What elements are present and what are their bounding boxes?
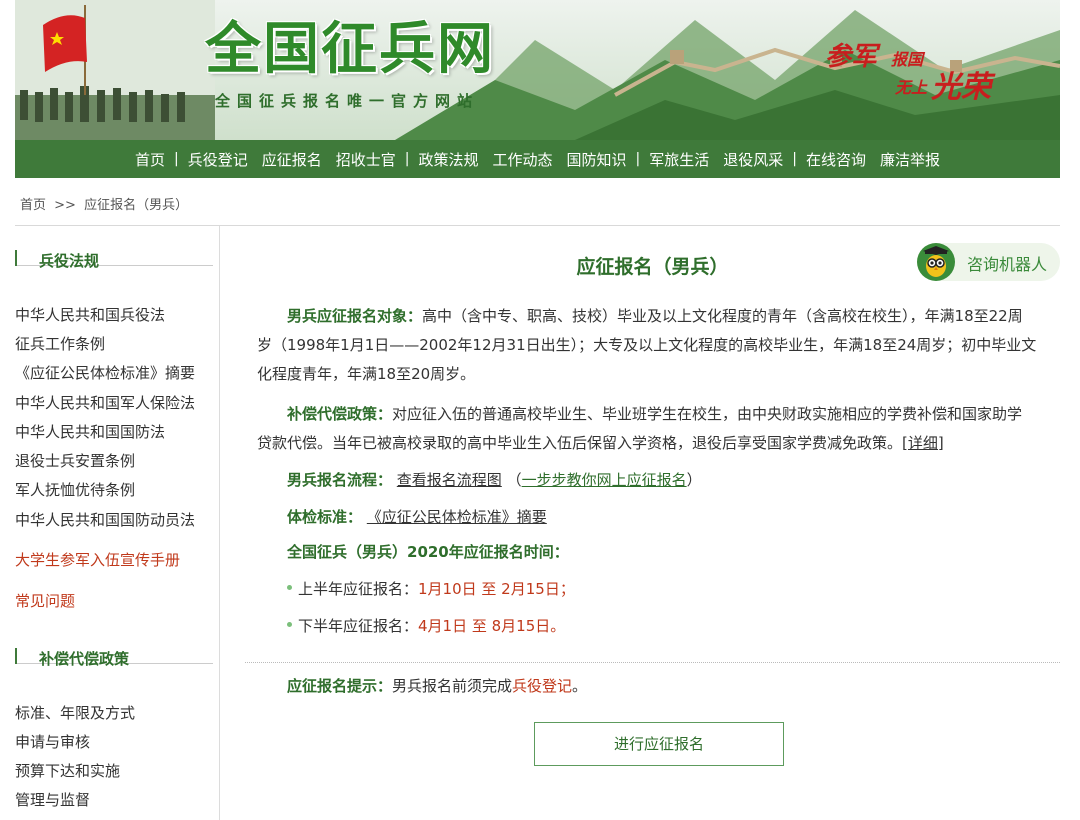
- robot-label: 咨询机器人: [967, 255, 1048, 274]
- nav-separator: |: [635, 151, 641, 167]
- nav-item-report[interactable]: 廉洁举报: [873, 149, 947, 170]
- main-content: 应征报名（男兵） 咨询机器人 男兵应征报名对象：高中（含中专、职高、技校）毕业及…: [245, 226, 1060, 820]
- sidebar-item-student-handbook[interactable]: 大学生参军入伍宣传手册: [15, 549, 180, 570]
- slogan: 参军 报国 无上 光荣: [825, 36, 995, 106]
- tip-label: 应征报名提示：: [287, 677, 393, 695]
- second-half-value: 4月1日 至 8月15日。: [418, 617, 566, 635]
- first-half-value: 1月10日 至 2月15日；: [418, 580, 575, 598]
- sidebar-section-compensation-header: 补偿代偿政策: [15, 624, 213, 668]
- paren-close: ）: [686, 471, 702, 489]
- bullet-icon: [287, 585, 292, 590]
- brand: 全国征兵网 全国征兵报名唯一官方网站: [205, 18, 495, 111]
- main-nav: 首页 | 兵役登记 应征报名 招收士官 | 政策法规 工作动态 国防知识 | 军…: [15, 140, 1060, 178]
- process-label: 男兵报名流程：: [287, 471, 393, 489]
- tip-text: 男兵报名前须完成: [392, 677, 513, 695]
- online-guide-link[interactable]: 一步步教你网上应征报名: [522, 471, 687, 489]
- breadcrumb-home[interactable]: 首页: [20, 198, 46, 213]
- tip-row: 应征报名提示：男兵报名前须完成兵役登记。: [287, 672, 1080, 701]
- nav-item-home[interactable]: 首页: [128, 149, 172, 170]
- site-subtitle: 全国征兵报名唯一官方网站: [215, 92, 480, 110]
- nav-separator: |: [173, 151, 179, 167]
- nav-item-work-news[interactable]: 工作动态: [485, 149, 559, 170]
- sidebar-item-insurance-law[interactable]: 中华人民共和国军人保险法: [15, 392, 195, 413]
- section-marker: [15, 250, 17, 266]
- slogan-part: 光荣: [931, 70, 991, 105]
- sidebar-section-title: 补偿代偿政策: [39, 650, 130, 668]
- nav-separator: |: [792, 151, 797, 167]
- breadcrumb: 首页 >> 应征报名（男兵）: [20, 194, 192, 213]
- paren-open: （: [506, 471, 522, 489]
- nav-item-online-consult[interactable]: 在线咨询: [799, 149, 873, 170]
- process-flowchart-link[interactable]: 查看报名流程图: [397, 471, 502, 489]
- target-label: 男兵应征报名对象：: [287, 307, 423, 325]
- sidebar: 兵役法规 中华人民共和国兵役法 征兵工作条例 《应征公民体检标准》摘要 中华人民…: [15, 226, 220, 820]
- slogan-part: 无上: [895, 78, 928, 97]
- compensation-text: 对应征入伍的普通高校毕业生、毕业班学生在校生，由中央财政实施相应的学费补偿和国家…: [392, 405, 1023, 423]
- section-marker: [15, 648, 17, 664]
- compensation-paragraph: 补偿代偿政策：对应征入伍的普通高校毕业生、毕业班学生在校生，由中央财政实施相应的…: [257, 400, 1057, 429]
- sidebar-item-medical-standard[interactable]: 《应征公民体检标准》摘要: [15, 362, 195, 383]
- apply-enlistment-button[interactable]: 进行应征报名: [534, 722, 784, 766]
- sidebar-section-laws-header: 兵役法规: [15, 226, 213, 270]
- time-heading: 全国征兵（男兵）2020年应征报名时间：: [287, 538, 1080, 567]
- nav-item-military-life[interactable]: 军旅生活: [642, 149, 716, 170]
- exam-row: 体检标准： 《应征公民体检标准》摘要: [287, 503, 1080, 532]
- second-half-label: 下半年应征报名：: [298, 617, 419, 635]
- slogan-part: 参军: [825, 42, 878, 72]
- process-row: 男兵报名流程： 查看报名流程图 （一步步教你网上应征报名）: [287, 466, 1080, 495]
- tip-end: 。: [572, 677, 588, 695]
- site-banner: 全国征兵网 全国征兵报名唯一官方网站 参军 报国 无上 光荣: [15, 0, 1060, 140]
- sidebar-item-faq[interactable]: 常见问题: [15, 590, 75, 611]
- nav-item-veterans[interactable]: 退役风采: [716, 149, 790, 170]
- slogan-part: 报国: [891, 50, 924, 69]
- target-paragraph-line: 岁（1998年1月1日——2002年12月31日出生）；大专及以上文化程度的高校…: [257, 336, 1037, 354]
- sidebar-item-military-service-law[interactable]: 中华人民共和国兵役法: [15, 304, 165, 325]
- sidebar-item-veteran-resettlement[interactable]: 退役士兵安置条例: [15, 450, 135, 471]
- nav-item-defense-knowledge[interactable]: 国防知识: [560, 149, 634, 170]
- robot-avatar-icon: [917, 243, 955, 281]
- breadcrumb-current: 应征报名（男兵）: [84, 198, 189, 213]
- nav-item-policy[interactable]: 政策法规: [411, 149, 485, 170]
- exam-standard-link[interactable]: 《应征公民体检标准》摘要: [367, 508, 547, 526]
- nav-item-nco-recruitment[interactable]: 招收士官: [329, 149, 403, 170]
- consult-robot-button[interactable]: 咨询机器人: [917, 243, 1060, 281]
- nav-separator: |: [404, 151, 410, 167]
- first-half-label: 上半年应征报名：: [298, 580, 419, 598]
- second-half-row: 下半年应征报名：4月1日 至 8月15日。: [287, 612, 1080, 641]
- bullet-icon: [287, 622, 292, 627]
- sidebar-section-title: 兵役法规: [39, 252, 100, 270]
- breadcrumb-separator: >>: [54, 198, 76, 213]
- site-title: 全国征兵网: [205, 17, 495, 82]
- sidebar-item-supervision[interactable]: 管理与监督: [15, 789, 90, 810]
- nav-item-military-registration[interactable]: 兵役登记: [181, 149, 255, 170]
- compensation-paragraph-line: 贷款代偿。当年已被高校录取的高中毕业生入伍后保留入学资格，退役后享受国家学费减免…: [257, 429, 1057, 458]
- compensation-text: 贷款代偿。当年已被高校录取的高中毕业生入伍后保留入学资格，退役后享受国家学费减免…: [257, 434, 903, 452]
- sidebar-item-standards[interactable]: 标准、年限及方式: [15, 702, 135, 723]
- nav-item-enlistment[interactable]: 应征报名: [255, 149, 329, 170]
- time-heading-text: 全国征兵（男兵）2020年应征报名时间：: [287, 543, 569, 561]
- sidebar-item-pension-regulations[interactable]: 军人抚恤优待条例: [15, 479, 135, 500]
- sidebar-item-conscription-regulations[interactable]: 征兵工作条例: [15, 333, 105, 354]
- exam-label: 体检标准：: [287, 508, 363, 526]
- military-registration-link[interactable]: 兵役登记: [512, 677, 572, 695]
- compensation-label: 补偿代偿政策：: [287, 405, 393, 423]
- target-paragraph-line: 化程度青年，年满18至20周岁。: [257, 365, 476, 383]
- sidebar-item-mobilization-law[interactable]: 中华人民共和国国防动员法: [15, 509, 195, 530]
- target-paragraph: 男兵应征报名对象：高中（含中专、职高、技校）毕业及以上文化程度的青年（含高校在校…: [257, 302, 1057, 331]
- target-text: 高中（含中专、职高、技校）毕业及以上文化程度的青年（含高校在校生），年满18至2…: [422, 307, 1023, 325]
- first-half-row: 上半年应征报名：1月10日 至 2月15日；: [287, 575, 1080, 604]
- sidebar-item-budget[interactable]: 预算下达和实施: [15, 760, 120, 781]
- sidebar-item-application-review[interactable]: 申请与审核: [15, 731, 90, 752]
- dotted-divider: [245, 662, 1060, 663]
- sidebar-item-defense-law[interactable]: 中华人民共和国国防法: [15, 421, 165, 442]
- compensation-detail-link[interactable]: [详细]: [902, 434, 944, 452]
